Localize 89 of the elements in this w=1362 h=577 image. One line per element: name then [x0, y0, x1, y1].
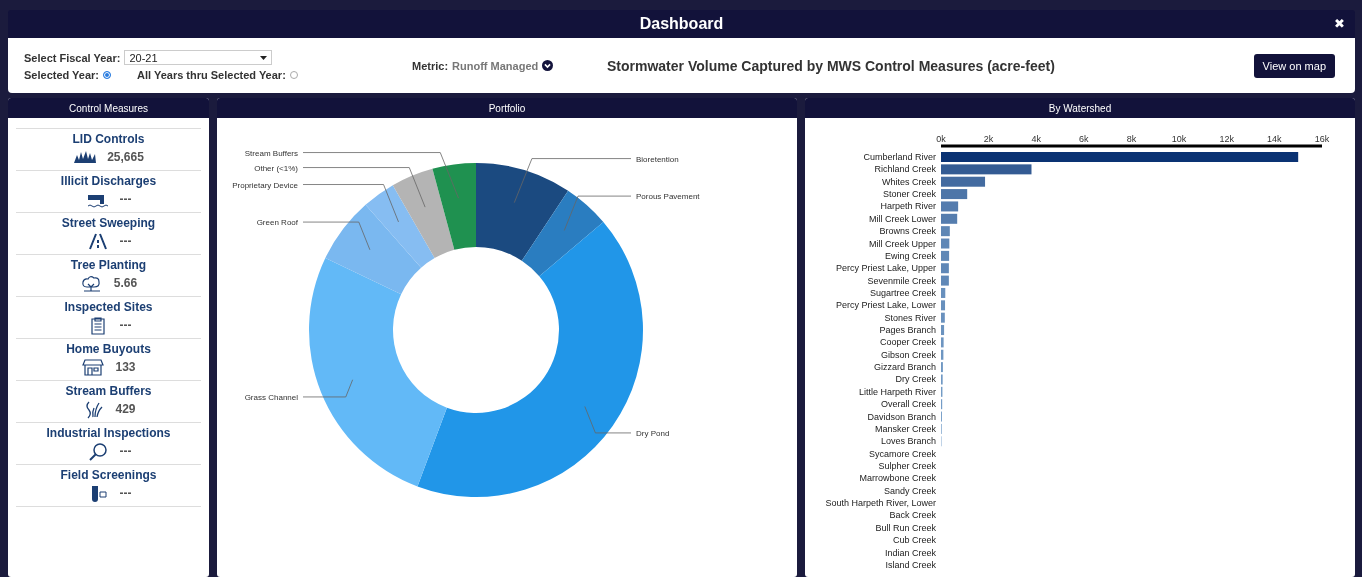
category-label: Dry Creek: [895, 374, 936, 385]
category-label: Mansker Creek: [874, 423, 936, 434]
category-label: Island Creek: [885, 559, 936, 570]
leader-line: [302, 221, 371, 251]
chevron-down-icon: [542, 60, 554, 71]
mode-label: Selected Year:: [24, 69, 99, 81]
measure-value: ---: [119, 318, 132, 332]
slice-label: Stream Buffers: [244, 148, 298, 158]
radio-button[interactable]: [103, 71, 111, 79]
measure-name: Industrial Inspections: [46, 426, 171, 440]
category-label: Cub Creek: [892, 535, 936, 546]
metric-label: Metric:: [412, 59, 449, 72]
category-label: Browns Creek: [879, 226, 936, 237]
measure-value: ---: [119, 192, 132, 206]
category-label: Bull Run Creek: [875, 522, 936, 533]
slice-label: Proprietary Device: [232, 180, 298, 190]
measure-value: ---: [119, 486, 132, 500]
category-label: Richland Creek: [874, 164, 936, 175]
category-label: Cooper Creek: [879, 337, 936, 348]
window-title: Dashboard: [639, 15, 724, 33]
category-label: Sandy Creek: [883, 485, 936, 496]
chart-title: Stormwater Volume Captured by MWS Control Measures (acre-feet): [607, 57, 1056, 74]
category-label: Stones River: [884, 312, 936, 323]
panel-heading: By Watershed: [805, 98, 1355, 118]
category-label: Percy Priest Lake, Lower: [835, 300, 936, 311]
mode-label: All Years thru Selected Year:: [137, 69, 286, 81]
measure-name: Tree Planting: [70, 258, 147, 272]
measure-name: Stream Buffers: [65, 384, 152, 398]
slice-label: Porous Pavement: [636, 192, 700, 202]
measure-value: 133: [115, 360, 136, 374]
category-label: Whites Creek: [882, 176, 936, 187]
measure-name: Street Sweeping: [61, 216, 156, 230]
category-label: Marrowbone Creek: [859, 473, 936, 484]
panel-heading: Control Measures: [8, 98, 209, 118]
caret-icon: [260, 55, 268, 60]
category-label: Little Harpeth River: [858, 386, 936, 397]
category-label: Gibson Creek: [880, 349, 936, 360]
category-label: Sulpher Creek: [878, 461, 936, 471]
tick-label: 6k: [1079, 134, 1089, 144]
close-button[interactable]: ✖: [1334, 16, 1345, 31]
measure-value: 25,665: [107, 150, 144, 164]
slice-label: Bioretention: [636, 154, 679, 164]
measure-name: Home Buyouts: [66, 342, 151, 356]
category-label: Sycamore Creek: [868, 448, 936, 459]
slice-label: Green Roof: [256, 218, 298, 228]
category-label: Mill Creek Upper: [868, 238, 936, 249]
measure-name: Illicit Discharges: [60, 174, 157, 188]
measure-name: Inspected Sites: [64, 300, 153, 314]
tick-label: 14k: [1267, 134, 1282, 144]
tick-label: 16k: [1314, 134, 1330, 144]
tick-label: 0k: [936, 134, 946, 144]
house-icon: [81, 357, 106, 377]
measure-value: ---: [119, 234, 132, 248]
category-label: Back Creek: [889, 510, 936, 521]
category-label: Harpeth River: [880, 201, 936, 212]
category-label: Davidson Branch: [867, 411, 936, 422]
slice-label: Grass Channel: [244, 392, 298, 402]
tick-label: 8k: [1126, 134, 1137, 144]
category-label: Gizzard Branch: [873, 362, 936, 373]
category-label: Ewing Creek: [884, 250, 936, 261]
category-label: Mill Creek Lower: [868, 213, 936, 224]
measure-value: 429: [115, 402, 136, 416]
category-label: South Harpeth River, Lower: [825, 498, 936, 509]
measure-name: Field Screenings: [60, 468, 157, 482]
tick-label: 4k: [1031, 134, 1041, 144]
metric-dropdown[interactable]: Runoff Managed: [452, 59, 539, 72]
tick-label: 10k: [1171, 134, 1187, 144]
category-label: Pages Branch: [879, 325, 936, 336]
category-label: Percy Priest Lake, Upper: [835, 263, 936, 274]
category-label: Sugartree Creek: [869, 287, 936, 298]
category-label: Cumberland River: [863, 152, 936, 162]
category-label: Loves Branch: [880, 436, 936, 447]
slice-label: Other (<1%): [254, 163, 298, 173]
fiscal-year-dropdown[interactable]: 20-21: [124, 50, 273, 65]
measure-value: ---: [119, 444, 132, 458]
category-label: Stoner Creek: [882, 189, 936, 200]
panel-heading: Portfolio: [217, 98, 797, 118]
fiscal-year-label: Select Fiscal Year:: [24, 51, 121, 64]
leader-line: [584, 406, 632, 434]
tick-label: 2k: [983, 134, 994, 144]
category-label: Sevenmile Creek: [867, 275, 936, 286]
measure-name: LID Controls: [72, 132, 145, 146]
category-label: Overall Creek: [881, 399, 936, 410]
slice-label: Dry Pond: [636, 428, 670, 438]
category-label: Indian Creek: [884, 547, 936, 558]
measure-value: 5.66: [113, 276, 138, 290]
leader-line: [302, 379, 354, 398]
view-on-map-button[interactable]: View on map: [1253, 53, 1335, 78]
tick-label: 12k: [1219, 134, 1234, 144]
